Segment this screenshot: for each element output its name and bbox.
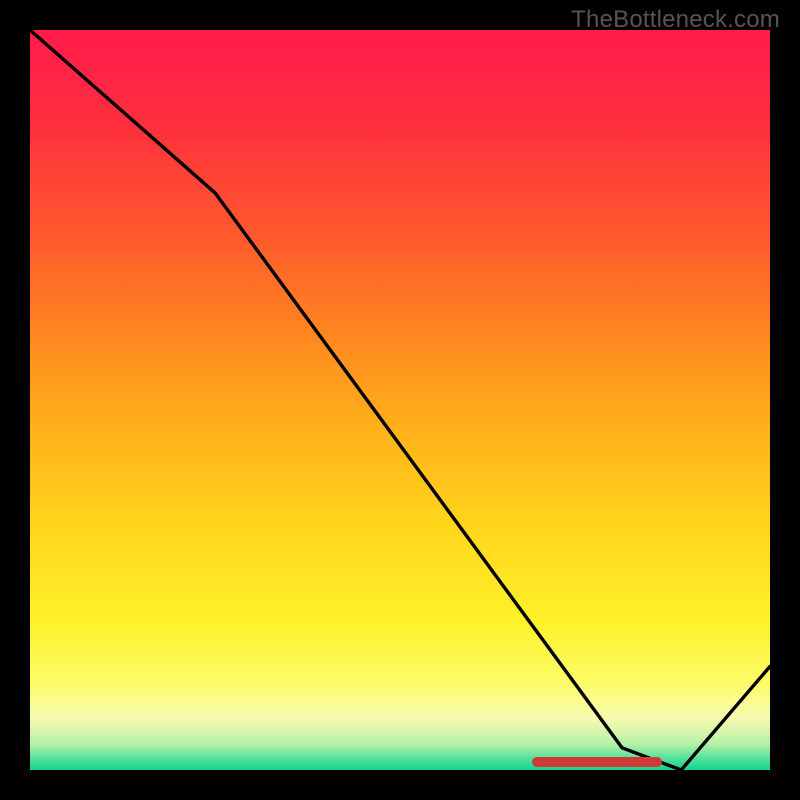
- chart-stage: TheBottleneck.com: [0, 0, 800, 800]
- optimal-range-marker: [532, 757, 662, 767]
- heat-background: [30, 30, 770, 770]
- plot-svg: [30, 30, 770, 770]
- plot-area: [30, 30, 770, 770]
